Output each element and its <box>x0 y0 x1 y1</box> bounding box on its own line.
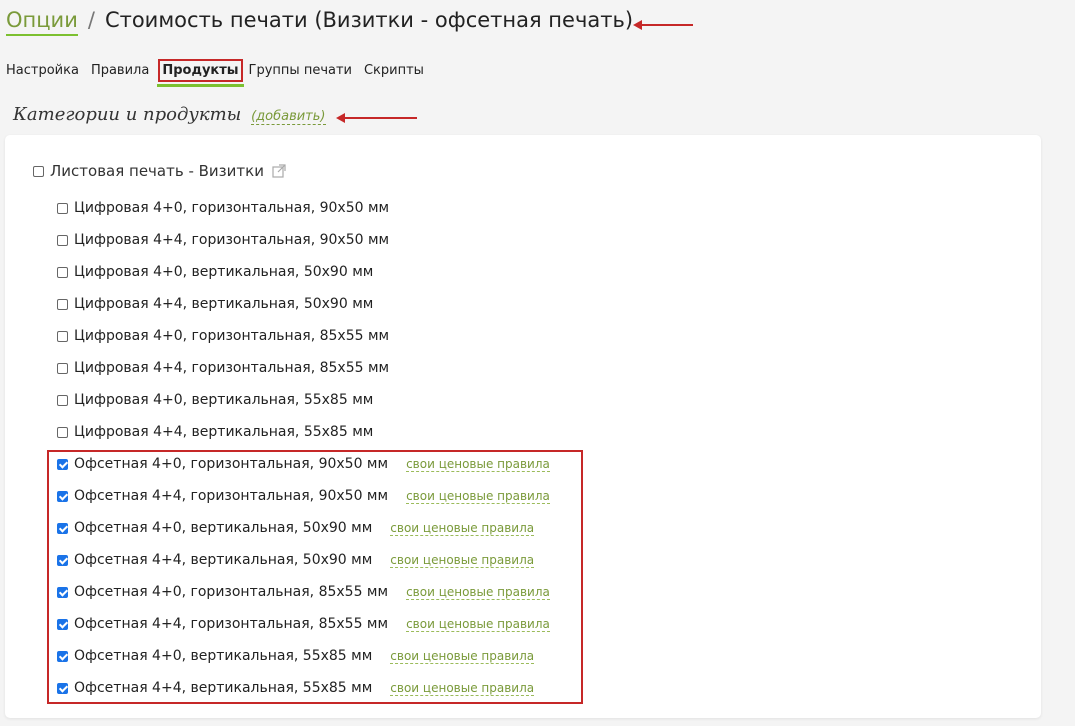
custom-price-rules-link[interactable]: свои ценовые правила <box>390 681 535 696</box>
product-row: Офсетная 4+0, горизонтальная, 85x55 мм св… <box>57 576 550 608</box>
product-checkbox[interactable] <box>57 330 68 342</box>
product-row: Офсетная 4+4, вертикальная, 50x90 мм свои… <box>57 544 550 576</box>
external-link-icon[interactable] <box>272 164 286 178</box>
product-checkbox[interactable] <box>57 298 68 310</box>
breadcrumb-separator: / <box>87 8 95 32</box>
custom-price-rules-link[interactable]: свои ценовые правила <box>406 457 550 472</box>
category-row: Листовая печать - Визитки <box>33 162 286 180</box>
tab-print-groups[interactable]: Группы печати <box>249 60 352 81</box>
categories-card: Листовая печать - Визитки Цифровая 4+0, … <box>5 135 1041 718</box>
product-label: Цифровая 4+4, горизонтальная, 85x55 мм <box>74 360 390 376</box>
tab-settings[interactable]: Настройка <box>6 60 79 81</box>
custom-price-rules-link[interactable]: свои ценовые правила <box>406 617 550 632</box>
breadcrumb-options-link[interactable]: Опции <box>6 8 78 36</box>
product-checkbox[interactable] <box>57 234 68 246</box>
product-checkbox[interactable] <box>57 362 68 374</box>
custom-price-rules-link[interactable]: свои ценовые правила <box>406 489 550 504</box>
custom-price-rules-link[interactable]: свои ценовые правила <box>406 585 550 600</box>
category-checkbox[interactable] <box>33 165 44 177</box>
product-checkbox[interactable] <box>57 490 68 502</box>
custom-price-rules-link[interactable]: свои ценовые правила <box>390 521 535 536</box>
product-label: Офсетная 4+4, горизонтальная, 90x50 мм <box>74 488 389 504</box>
product-checkbox[interactable] <box>57 394 68 406</box>
product-label: Цифровая 4+4, горизонтальная, 90x50 мм <box>74 232 390 248</box>
product-label: Цифровая 4+4, вертикальная, 50x90 мм <box>74 296 374 312</box>
add-category-link[interactable]: (добавить) <box>251 109 326 125</box>
product-list: Цифровая 4+0, горизонтальная, 90x50 мм Ци… <box>57 192 550 704</box>
product-row: Цифровая 4+4, вертикальная, 55x85 мм <box>57 416 550 448</box>
product-label: Цифровая 4+4, вертикальная, 55x85 мм <box>74 424 374 440</box>
section-heading-text: Категории и продукты <box>13 104 242 125</box>
product-row: Офсетная 4+0, вертикальная, 50x90 мм свои… <box>57 512 550 544</box>
product-row: Офсетная 4+0, горизонтальная, 90x50 мм св… <box>57 448 550 480</box>
product-label: Офсетная 4+4, вертикальная, 50x90 мм <box>74 552 373 568</box>
product-checkbox[interactable] <box>57 650 68 662</box>
product-row: Офсетная 4+4, вертикальная, 55x85 мм свои… <box>57 672 550 704</box>
product-row: Цифровая 4+4, вертикальная, 50x90 мм <box>57 288 550 320</box>
product-row: Офсетная 4+4, горизонтальная, 90x50 мм св… <box>57 480 550 512</box>
section-heading: Категории и продукты (добавить) <box>13 104 326 125</box>
product-row: Офсетная 4+4, горизонтальная, 85x55 мм св… <box>57 608 550 640</box>
product-checkbox[interactable] <box>57 426 68 438</box>
tab-rules[interactable]: Правила <box>91 60 149 81</box>
product-label: Офсетная 4+4, вертикальная, 55x85 мм <box>74 680 373 696</box>
custom-price-rules-link[interactable]: свои ценовые правила <box>390 553 535 568</box>
product-label: Офсетная 4+0, вертикальная, 55x85 мм <box>74 648 373 664</box>
product-checkbox[interactable] <box>57 618 68 630</box>
product-checkbox[interactable] <box>57 266 68 278</box>
annotation-arrow-title <box>633 20 693 30</box>
product-checkbox[interactable] <box>57 202 68 214</box>
product-checkbox[interactable] <box>57 554 68 566</box>
tab-scripts[interactable]: Скрипты <box>364 60 424 81</box>
breadcrumb: Опции / Стоимость печати (Визитки - офсе… <box>6 8 633 40</box>
product-label: Цифровая 4+0, горизонтальная, 85x55 мм <box>74 328 390 344</box>
product-label: Цифровая 4+0, горизонтальная, 90x50 мм <box>74 200 390 216</box>
tab-products[interactable]: Продукты <box>157 59 244 87</box>
product-label: Офсетная 4+0, вертикальная, 50x90 мм <box>74 520 373 536</box>
page-title: Стоимость печати (Визитки - офсетная печ… <box>104 8 634 32</box>
product-row: Офсетная 4+0, вертикальная, 55x85 мм свои… <box>57 640 550 672</box>
product-row: Цифровая 4+4, горизонтальная, 90x50 мм <box>57 224 550 256</box>
category-label: Листовая печать - Визитки <box>50 162 264 180</box>
product-checkbox[interactable] <box>57 458 68 470</box>
product-row: Цифровая 4+0, горизонтальная, 85x55 мм <box>57 320 550 352</box>
product-row: Цифровая 4+0, вертикальная, 55x85 мм <box>57 384 550 416</box>
annotation-arrow-section <box>336 113 417 123</box>
product-label: Офсетная 4+0, горизонтальная, 90x50 мм <box>74 456 389 472</box>
product-label: Офсетная 4+0, горизонтальная, 85x55 мм <box>74 584 389 600</box>
custom-price-rules-link[interactable]: свои ценовые правила <box>390 649 535 664</box>
product-checkbox[interactable] <box>57 586 68 598</box>
product-label: Цифровая 4+0, вертикальная, 55x85 мм <box>74 392 374 408</box>
product-label: Офсетная 4+4, горизонтальная, 85x55 мм <box>74 616 389 632</box>
product-row: Цифровая 4+0, вертикальная, 50x90 мм <box>57 256 550 288</box>
product-row: Цифровая 4+4, горизонтальная, 85x55 мм <box>57 352 550 384</box>
product-row: Цифровая 4+0, горизонтальная, 90x50 мм <box>57 192 550 224</box>
product-checkbox[interactable] <box>57 522 68 534</box>
tab-bar: Настройка Правила Продукты Группы печати… <box>6 59 436 87</box>
product-checkbox[interactable] <box>57 682 68 694</box>
product-label: Цифровая 4+0, вертикальная, 50x90 мм <box>74 264 374 280</box>
